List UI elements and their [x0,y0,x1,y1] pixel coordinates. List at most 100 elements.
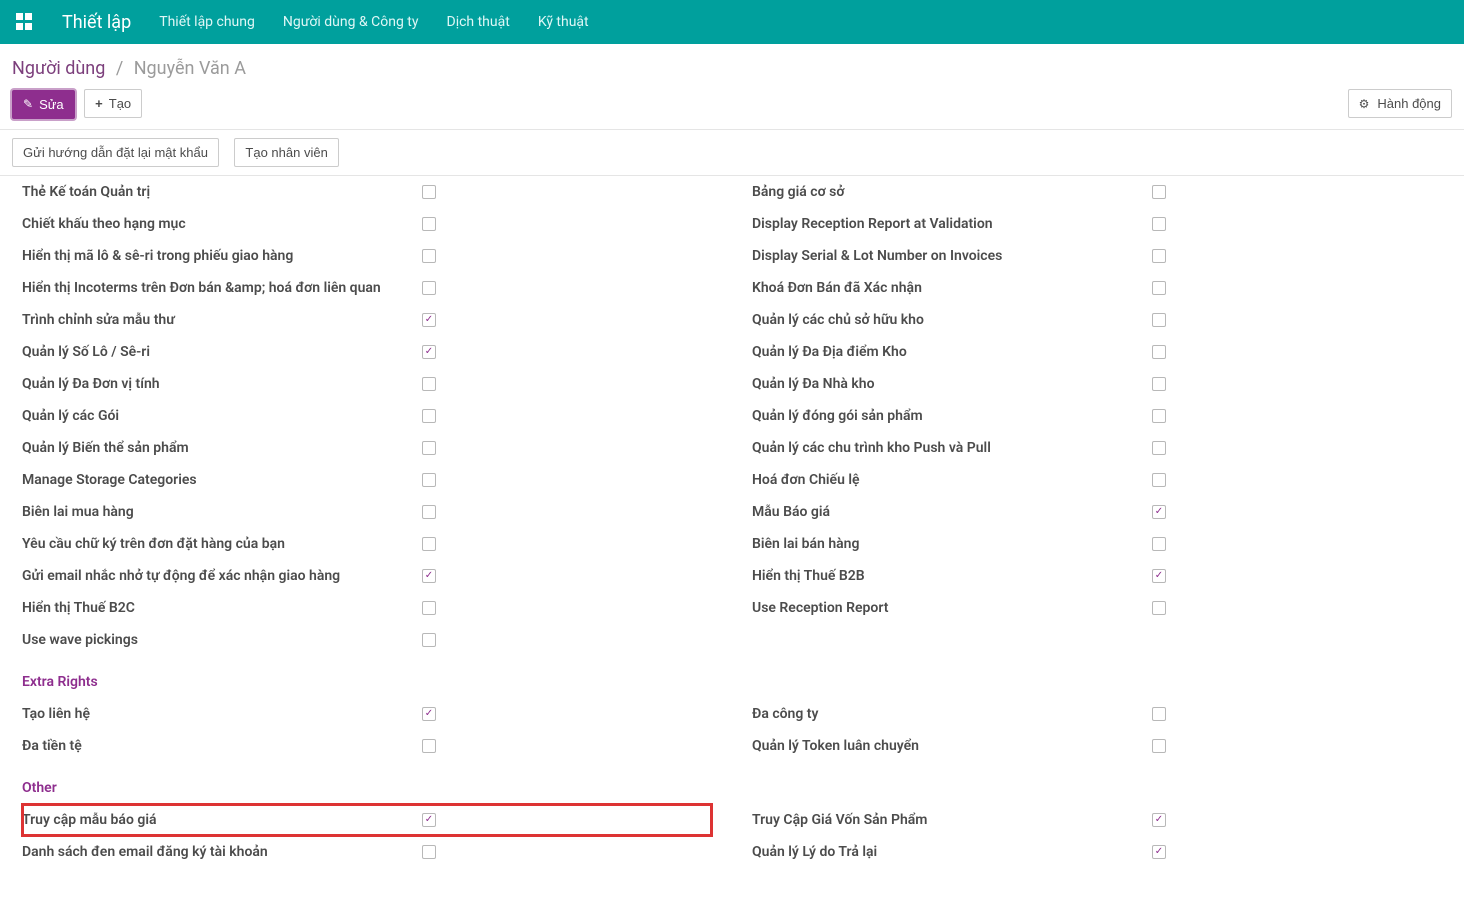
permission-label: Quản lý Lý do Trả lại [752,844,1152,860]
permission-checkbox[interactable] [422,473,436,487]
permission-checkbox[interactable] [1152,185,1166,199]
permission-checkbox[interactable] [422,313,436,327]
permission-checkbox[interactable] [1152,377,1166,391]
permission-label: Hiển thị Thuế B2C [22,600,422,616]
permission-checkbox[interactable] [422,707,436,721]
permission-row: Truy cập mẫu báo giá [22,804,712,836]
top-nav: Thiết lập Thiết lập chung Người dùng & C… [0,0,1464,44]
permission-label: Đa tiền tệ [22,738,422,754]
permission-label: Display Reception Report at Validation [752,216,1152,232]
permission-checkbox[interactable] [422,537,436,551]
permission-checkbox[interactable] [1152,845,1166,859]
permission-row: Yêu cầu chữ ký trên đơn đặt hàng của bạn [22,528,712,560]
permission-checkbox[interactable] [422,441,436,455]
permission-checkbox[interactable] [1152,739,1166,753]
permission-row: Hiển thị Thuế B2B [752,560,1442,592]
permission-checkbox[interactable] [1152,601,1166,615]
permission-label: Trình chỉnh sửa mẫu thư [22,312,422,328]
permission-row: Quản lý Số Lô / Sê-ri [22,336,712,368]
create-employee-button[interactable]: Tạo nhân viên [234,138,338,167]
permission-checkbox[interactable] [422,601,436,615]
other-grid: Truy cập mẫu báo giá Danh sách đen email … [22,804,1442,868]
permission-row: Quản lý đóng gói sản phẩm [752,400,1442,432]
permission-label: Chiết khấu theo hạng mục [22,216,422,232]
permission-checkbox[interactable] [1152,281,1166,295]
permission-checkbox[interactable] [422,217,436,231]
permission-checkbox[interactable] [1152,473,1166,487]
edit-button[interactable]: Sửa [12,90,75,119]
permission-label: Manage Storage Categories [22,472,422,488]
permission-checkbox[interactable] [1152,249,1166,263]
create-button[interactable]: Tạo [84,89,142,118]
apps-icon[interactable] [16,13,34,31]
permission-checkbox[interactable] [1152,345,1166,359]
permission-label: Quản lý Biến thể sản phẩm [22,440,422,456]
permission-row: Quản lý Đa Nhà kho [752,368,1442,400]
nav-item-users[interactable]: Người dùng & Công ty [283,14,419,30]
permission-row: Quản lý các chu trình kho Push và Pull [752,432,1442,464]
permission-label: Biên lai mua hàng [22,504,422,520]
nav-item-general[interactable]: Thiết lập chung [159,14,255,30]
permission-checkbox[interactable] [1152,505,1166,519]
permission-label: Truy Cập Giá Vốn Sản Phẩm [752,812,1152,828]
permission-checkbox[interactable] [1152,569,1166,583]
permission-row: Tạo liên hệ [22,698,712,730]
permission-checkbox[interactable] [422,505,436,519]
permission-label: Khoá Đơn Bán đã Xác nhận [752,280,1152,296]
permission-row: Đa công ty [752,698,1442,730]
permission-checkbox[interactable] [422,377,436,391]
permission-row: Truy Cập Giá Vốn Sản Phẩm [752,804,1442,836]
permission-row: Mẫu Báo giá [752,496,1442,528]
permission-label: Danh sách đen email đăng ký tài khoản [22,844,422,860]
permission-label: Quản lý các chủ sở hữu kho [752,312,1152,328]
permission-row: Hiển thị mã lô & sê-ri trong phiếu giao … [22,240,712,272]
permission-label: Bảng giá cơ sở [752,184,1152,200]
permission-checkbox[interactable] [422,249,436,263]
permission-row: Gửi email nhắc nhở tự động để xác nhận g… [22,560,712,592]
section-other: Other [22,762,1442,804]
reset-password-button[interactable]: Gửi hướng dẫn đặt lại mật khẩu [12,138,219,167]
nav-item-technical[interactable]: Kỹ thuật [538,14,589,30]
permission-row: Quản lý Biến thể sản phẩm [22,432,712,464]
permission-checkbox[interactable] [1152,313,1166,327]
permission-checkbox[interactable] [422,345,436,359]
permission-checkbox[interactable] [422,409,436,423]
permission-label: Mẫu Báo giá [752,504,1152,520]
permission-row: Danh sách đen email đăng ký tài khoản [22,836,712,868]
permission-label: Quản lý Số Lô / Sê-ri [22,344,422,360]
permission-checkbox[interactable] [422,845,436,859]
permission-row: Manage Storage Categories [22,464,712,496]
permission-checkbox[interactable] [1152,409,1166,423]
permission-checkbox[interactable] [1152,217,1166,231]
permission-checkbox[interactable] [422,281,436,295]
permissions-grid: Thẻ Kế toán Quản trị Chiết khấu theo hạng… [22,176,1442,656]
permission-row: Display Reception Report at Validation [752,208,1442,240]
permission-label: Thẻ Kế toán Quản trị [22,184,422,200]
permission-row: Quản lý các Gói [22,400,712,432]
permission-row: Quản lý Lý do Trả lại [752,836,1442,868]
permission-checkbox[interactable] [422,633,436,647]
breadcrumb-root[interactable]: Người dùng [12,58,105,79]
toolbar: Sửa Tạo Hành động [0,85,1464,130]
permission-row: Use wave pickings [22,624,712,656]
permission-label: Yêu cầu chữ ký trên đơn đặt hàng của bạn [22,536,422,552]
permission-checkbox[interactable] [422,185,436,199]
permission-checkbox[interactable] [1152,537,1166,551]
nav-item-translate[interactable]: Dịch thuật [447,14,510,30]
permission-row: Hiển thị Incoterms trên Đơn bán &amp; ho… [22,272,712,304]
breadcrumb-current: Nguyễn Văn A [134,58,246,79]
permission-checkbox[interactable] [422,569,436,583]
permission-checkbox[interactable] [422,813,436,827]
action-button[interactable]: Hành động [1348,89,1452,118]
app-brand[interactable]: Thiết lập [62,12,131,33]
permission-label: Hiển thị Incoterms trên Đơn bán &amp; ho… [22,280,422,296]
permission-checkbox[interactable] [1152,707,1166,721]
extra-rights-grid: Tạo liên hệĐa tiền tệ Đa công tyQuản lý … [22,698,1442,762]
permission-label: Quản lý các chu trình kho Push và Pull [752,440,1152,456]
permission-checkbox[interactable] [422,739,436,753]
permission-checkbox[interactable] [1152,813,1166,827]
permission-row: Đa tiền tệ [22,730,712,762]
permission-label: Quản lý Đa Địa điểm Kho [752,344,1152,360]
permission-row: Bảng giá cơ sở [752,176,1442,208]
permission-checkbox[interactable] [1152,441,1166,455]
